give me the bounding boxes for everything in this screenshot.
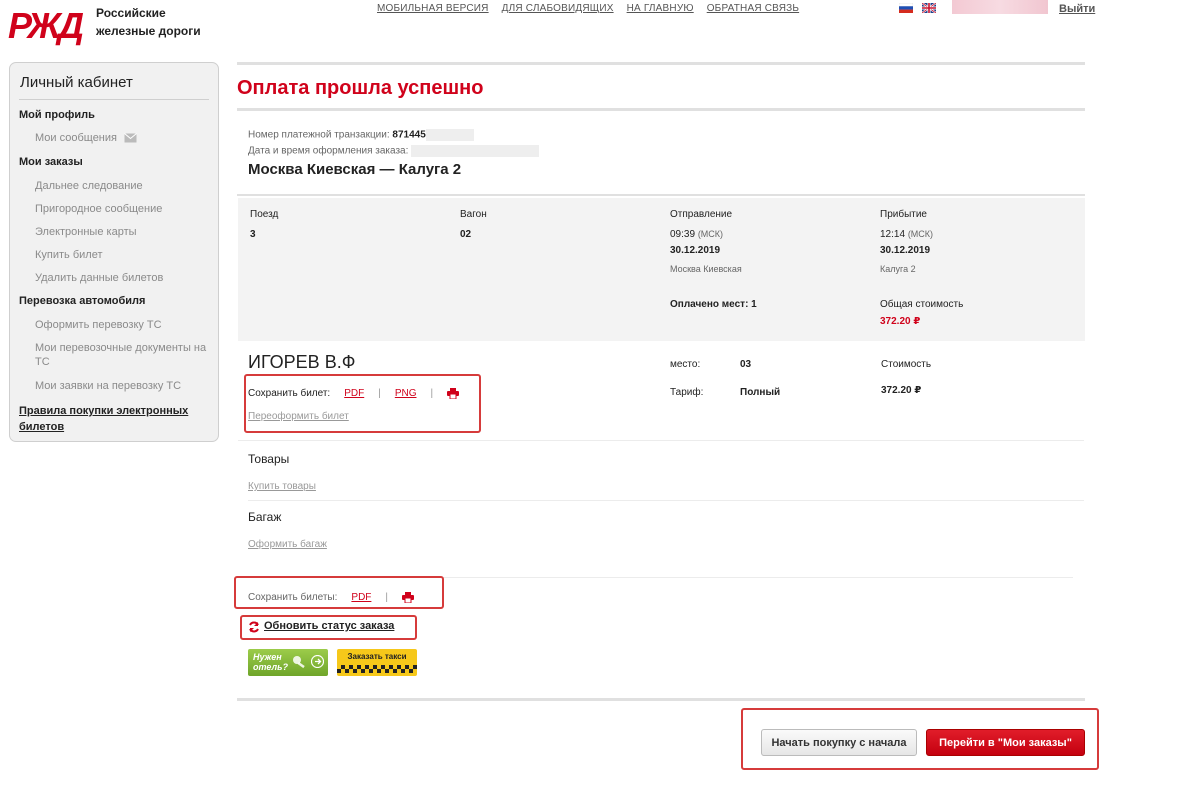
title-divider (237, 108, 1085, 111)
transaction-number: Номер платежной транзакции: 871445 (248, 129, 474, 141)
car-value: 02 (460, 229, 472, 240)
save-ticket-row: Сохранить билет: PDF | PNG | (248, 388, 460, 399)
arrival-date: 30.12.2019 (880, 245, 931, 256)
logout-link[interactable]: Выйти (1059, 3, 1095, 15)
hotel-promo-text: Нужен отель? (253, 652, 288, 672)
arrival-station: Калуга 2 (880, 264, 916, 274)
total-cost-value: 372.20 ₽ (880, 316, 921, 327)
goods-divider (248, 500, 1084, 501)
print-all-icon[interactable] (402, 592, 415, 603)
seat-value: 03 (740, 359, 752, 370)
rzd-logo-icon[interactable]: РЖД (8, 6, 90, 46)
passenger-divider (238, 440, 1084, 441)
arrival-time: 12:14 (МСК) (880, 229, 934, 240)
total-cost-label: Общая стоимость (880, 299, 964, 310)
departure-station: Москва Киевская (670, 264, 742, 274)
route-divider (237, 194, 1085, 196)
sidebar-item-car-transport[interactable]: Перевозка автомобиля (19, 295, 145, 307)
paid-seats: Оплачено мест: 1 (670, 299, 757, 310)
taxi-promo-text: Заказать такси (347, 652, 407, 661)
departure-time: 09:39 (МСК) (670, 229, 724, 240)
sidebar-title: Личный кабинет (20, 74, 133, 91)
sidebar-rules-link[interactable]: Правила покупки электронных билетов (19, 403, 214, 435)
page-title: Оплата прошла успешно (237, 77, 484, 99)
taxi-checker-pattern (337, 665, 417, 673)
sidebar-item-e-cards[interactable]: Электронные карты (35, 225, 137, 239)
envelope-icon (124, 133, 137, 143)
car-label: Вагон (460, 209, 487, 220)
ticket-pdf-link[interactable]: PDF (344, 388, 364, 399)
taxi-promo-button[interactable]: Заказать такси (337, 649, 417, 676)
top-divider (237, 62, 1085, 65)
sidebar: Личный кабинет Мой профиль Мои сообщения… (9, 62, 219, 442)
tariff-value: Полный (740, 387, 781, 398)
save-ticket-highlight (244, 374, 481, 433)
sidebar-item-car-requests[interactable]: Мои заявки на перевозку ТС (35, 379, 181, 393)
bottom-divider (237, 698, 1085, 701)
train-label: Поезд (250, 209, 279, 220)
sidebar-item-buy-ticket[interactable]: Купить билет (35, 248, 103, 262)
top-nav: МОБИЛЬНАЯ ВЕРСИЯ ДЛЯ СЛАБОВИДЯЩИХ НА ГЛА… (377, 3, 799, 14)
sidebar-item-delete-ticket-data[interactable]: Удалить данные билетов (35, 271, 163, 285)
departure-date: 30.12.2019 (670, 245, 721, 256)
hotel-promo-button[interactable]: Нужен отель? (248, 649, 328, 676)
route-title: Москва Киевская — Калуга 2 (248, 161, 462, 178)
link-feedback[interactable]: ОБРАТНАЯ СВЯЗЬ (707, 3, 799, 14)
sidebar-item-long-distance[interactable]: Дальнее следование (35, 179, 143, 193)
user-name-redacted (952, 0, 1048, 14)
link-accessible[interactable]: ДЛЯ СЛАБОВИДЯЩИХ (502, 3, 614, 14)
save-all-pdf-link[interactable]: PDF (351, 592, 371, 603)
trip-details-panel: Поезд 3 Вагон 02 Отправление 09:39 (МСК)… (238, 198, 1085, 341)
sidebar-item-suburban[interactable]: Пригородное сообщение (35, 202, 162, 216)
svg-text:РЖД: РЖД (8, 6, 84, 46)
sidebar-item-my-orders[interactable]: Мои заказы (19, 156, 83, 168)
seat-label: место: (670, 359, 701, 370)
link-home[interactable]: НА ГЛАВНУЮ (627, 3, 694, 14)
ticket-png-link[interactable]: PNG (395, 388, 417, 399)
tariff-label: Тариф: (670, 387, 704, 398)
reissue-ticket-link[interactable]: Переоформить билет (248, 411, 349, 422)
flag-ru-icon[interactable] (899, 3, 913, 13)
my-orders-button[interactable]: Перейти в "Мои заказы" (926, 729, 1085, 756)
sidebar-item-car-documents[interactable]: Мои перевозочные документы на ТС (35, 341, 215, 369)
buy-goods-link[interactable]: Купить товары (248, 481, 316, 492)
refresh-status-button[interactable]: Обновить статус заказа (240, 615, 417, 640)
cost-label: Стоимость (881, 359, 932, 370)
sidebar-item-messages[interactable]: Мои сообщения (35, 131, 137, 145)
sidebar-item-my-profile[interactable]: Мой профиль (19, 109, 95, 121)
passenger-name: ИГОРЕВ В.Ф (248, 352, 356, 372)
baggage-link[interactable]: Оформить багаж (248, 539, 327, 550)
sidebar-divider (19, 99, 209, 100)
baggage-title: Багаж (248, 510, 282, 524)
sidebar-item-arrange-car-transport[interactable]: Оформить перевозку ТС (35, 318, 162, 332)
logo-text: Российские железные дороги (96, 6, 201, 38)
print-icon[interactable] (447, 388, 460, 399)
departure-label: Отправление (670, 209, 733, 220)
goods-title: Товары (248, 452, 290, 466)
train-value: 3 (250, 229, 256, 240)
refresh-icon (249, 621, 259, 633)
order-datetime: Дата и время оформления заказа: (248, 145, 540, 157)
restart-purchase-button[interactable]: Начать покупку с начала (761, 729, 917, 756)
link-mobile[interactable]: МОБИЛЬНАЯ ВЕРСИЯ (377, 3, 489, 14)
arrival-label: Прибытие (880, 209, 927, 220)
arrow-right-icon (311, 655, 324, 668)
save-all-row: Сохранить билеты: PDF | (248, 592, 415, 603)
refresh-status-label: Обновить статус заказа (264, 620, 395, 632)
flag-uk-icon[interactable] (922, 3, 936, 13)
key-icon (293, 656, 305, 669)
cost-value: 372.20 ₽ (881, 385, 922, 396)
